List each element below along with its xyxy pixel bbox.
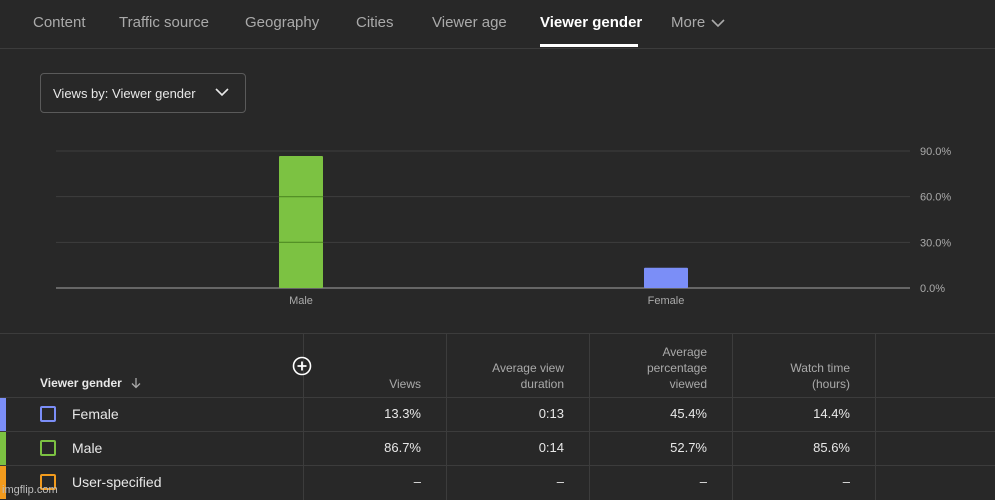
tab-more-label: More [671,14,706,31]
tab-bar: Content Traffic source Geography Cities … [0,0,995,49]
x-tick-label: Female [648,295,685,307]
cell-avg-percentage: 45.4% [670,406,707,421]
gender-bar-chart: 90.0% 60.0% 30.0% 0.0% Male Female [56,146,951,307]
row-color-bar [0,432,6,465]
x-tick-label: Male [289,295,313,307]
table-row-male[interactable]: Male 86.7% 0:14 52.7% 85.6% [0,432,995,465]
row-label: Male [72,440,103,456]
y-tick-label: 0.0% [920,283,945,295]
header-line: duration [520,377,564,391]
row-checkbox[interactable] [40,406,56,422]
chevron-down-icon [215,88,229,97]
header-views[interactable]: Views [389,376,421,392]
cell-watch-time: – [842,474,850,489]
cell-avg-duration: – [556,474,564,489]
header-watch-time[interactable]: Watch time (hours) [790,360,850,392]
tab-content[interactable]: Content [33,14,86,31]
cell-avg-duration: 0:13 [538,406,564,421]
header-line: Watch time [790,361,850,375]
y-tick-label: 90.0% [920,146,951,158]
chevron-down-icon [711,18,725,27]
row-color-bar [0,398,6,431]
table-row-user-specified[interactable]: User-specified – – – – [0,466,995,499]
views-by-label: Views by: Viewer gender [53,85,196,101]
cell-watch-time: 14.4% [813,406,850,421]
cell-views: – [413,474,421,489]
cell-watch-time: 85.6% [813,440,850,455]
cell-avg-duration: 0:14 [538,440,564,455]
row-label: User-specified [72,474,162,490]
y-tick-label: 30.0% [920,237,951,249]
row-label: Female [72,406,119,422]
tab-more[interactable]: More [671,14,725,31]
header-viewer-gender-label: Viewer gender [40,376,122,390]
bar-male[interactable] [279,156,323,288]
watermark: imgflip.com [2,484,58,496]
y-tick-label: 60.0% [920,192,951,204]
tab-traffic-source[interactable]: Traffic source [119,14,209,31]
header-line: percentage [646,361,707,375]
views-by-dropdown[interactable]: Views by: Viewer gender [40,73,246,113]
cell-avg-percentage: 52.7% [670,440,707,455]
gender-table: Viewer gender Views Average view duratio… [0,334,995,500]
cell-views: 86.7% [384,440,421,455]
tab-geography[interactable]: Geography [245,14,319,31]
header-line: viewed [669,377,707,391]
bar-female[interactable] [644,267,688,288]
table-row-female[interactable]: Female 13.3% 0:13 45.4% 14.4% [0,398,995,431]
header-average-view-duration[interactable]: Average view duration [492,360,564,392]
header-line: Average [662,345,707,359]
header-average-percentage-viewed[interactable]: Average percentage viewed [647,344,707,392]
active-tab-indicator [540,44,638,47]
header-line: Average view [492,361,564,375]
cell-views: 13.3% [384,406,421,421]
cell-avg-percentage: – [699,474,707,489]
header-line: (hours) [811,377,850,391]
tab-viewer-age[interactable]: Viewer age [432,14,507,31]
tab-viewer-gender[interactable]: Viewer gender [540,14,642,31]
row-checkbox[interactable] [40,440,56,456]
tab-cities[interactable]: Cities [356,14,394,31]
add-column-icon[interactable] [292,356,312,376]
header-viewer-gender[interactable]: Viewer gender [40,376,142,390]
sort-arrow-down-icon [131,378,141,389]
